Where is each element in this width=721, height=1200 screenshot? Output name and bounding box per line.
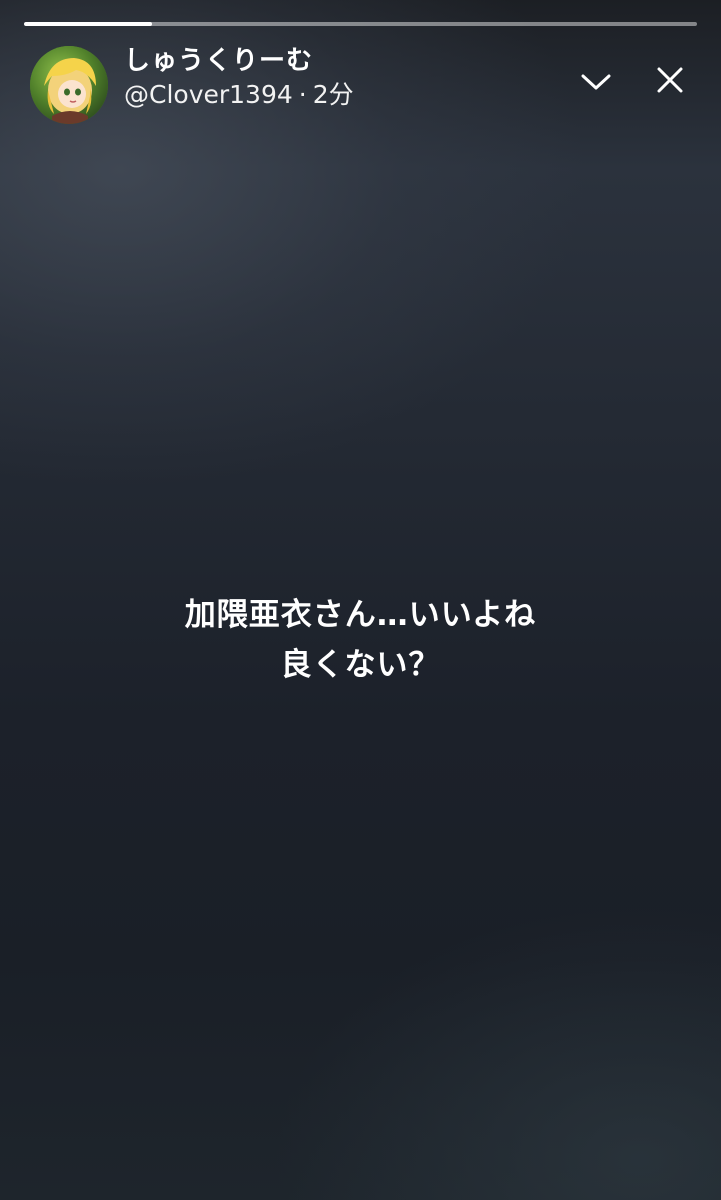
user-subtitle: @Clover1394 · 2分 <box>124 78 354 112</box>
story-caption-line-1: 加隈亜衣さん…いいよね <box>184 597 537 633</box>
close-icon <box>657 67 683 93</box>
story-header: しゅうくりーむ @Clover1394 · 2分 <box>30 44 694 124</box>
close-button[interactable] <box>650 60 690 100</box>
avatar-image <box>30 46 108 124</box>
story-viewer[interactable]: しゅうくりーむ @Clover1394 · 2分 加隈亜衣さん…いいよね 良くない？ <box>0 0 721 1200</box>
user-handle: @Clover1394 <box>124 80 293 109</box>
story-progress-bar <box>24 22 697 26</box>
story-progress-fill <box>24 22 152 26</box>
user-info[interactable]: しゅうくりーむ @Clover1394 · 2分 <box>124 44 354 112</box>
user-avatar-icon[interactable] <box>30 46 108 124</box>
collapse-button[interactable] <box>576 62 616 102</box>
separator-dot: · <box>298 80 307 109</box>
post-time: 2分 <box>312 80 354 109</box>
display-name: しゅうくりーむ <box>124 46 314 76</box>
story-caption-line-2: 良くない？ <box>280 647 441 683</box>
story-caption: 加隈亜衣さん…いいよね 良くない？ <box>0 590 721 690</box>
chevron-down-icon <box>581 74 611 90</box>
